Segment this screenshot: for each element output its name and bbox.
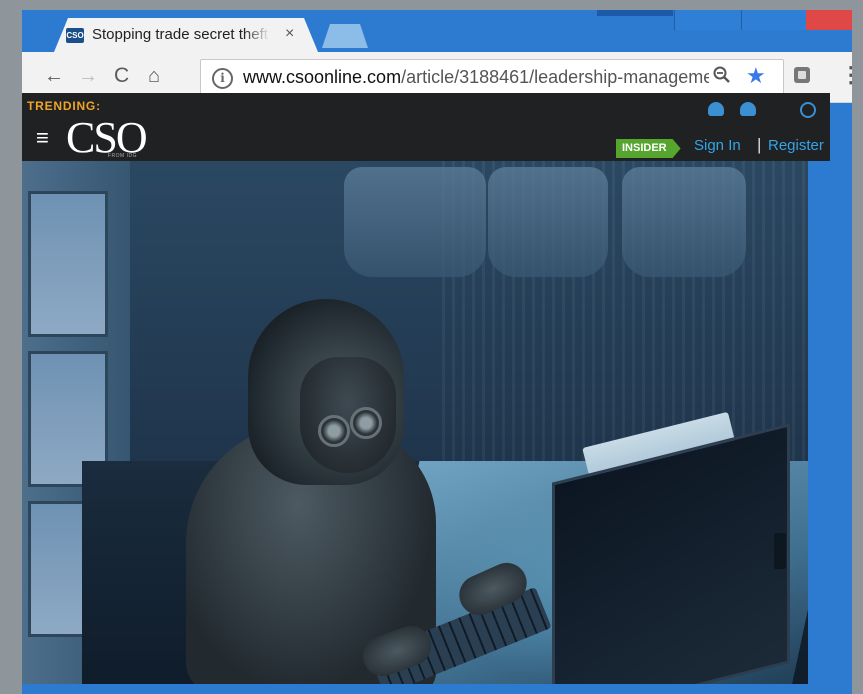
back-button[interactable]: ←: [44, 64, 64, 88]
tab-active[interactable]: CSO Stopping trade secret theft ×: [54, 18, 318, 52]
hero-goggle: [318, 415, 350, 447]
maximize-button[interactable]: [741, 10, 806, 30]
hero-chair: [488, 167, 608, 277]
bookmark-star-icon[interactable]: ★: [746, 63, 766, 89]
new-tab-button[interactable]: [322, 24, 368, 48]
extension-icon[interactable]: [794, 67, 810, 83]
hero-usb: [774, 533, 786, 569]
hero-chair: [622, 167, 746, 277]
logo-subtext: FROM IDG: [108, 153, 137, 159]
address-bar[interactable]: i www.csoonline.com/article/3188461/lead…: [200, 59, 784, 97]
url-host: www.csoonline.com: [243, 67, 402, 87]
site-header: TRENDING: ≡ CSO FROM IDG INSIDER Sign In…: [22, 93, 830, 161]
hero-goggle: [350, 407, 382, 439]
tab-title-fade: [244, 24, 270, 46]
menu-icon[interactable]: ⋮: [840, 62, 852, 88]
url-path: /article/3188461/leadership-management/: [401, 67, 709, 87]
favicon-icon: CSO: [66, 28, 84, 43]
close-window-button[interactable]: [806, 10, 852, 30]
zoom-icon[interactable]: [713, 66, 731, 90]
insider-badge[interactable]: INSIDER: [616, 139, 681, 158]
hero-image: [22, 161, 808, 684]
home-button[interactable]: ⌂: [148, 64, 160, 88]
trending-label: TRENDING:: [27, 99, 101, 113]
url-text[interactable]: www.csoonline.com/article/3188461/leader…: [243, 67, 709, 88]
hamburger-menu-icon[interactable]: ≡: [36, 127, 49, 149]
reload-button[interactable]: C: [114, 64, 129, 88]
hero-hacker-mask: [300, 357, 396, 473]
sign-in-link[interactable]: Sign In: [694, 137, 741, 154]
social-icon-2[interactable]: [740, 102, 756, 116]
forward-button[interactable]: →: [78, 64, 98, 88]
header-separator: |: [757, 135, 762, 154]
social-icon-1[interactable]: [708, 102, 724, 116]
register-link[interactable]: Register: [768, 137, 824, 154]
minimize-button[interactable]: [674, 10, 741, 30]
info-icon[interactable]: i: [212, 68, 233, 89]
social-icon-3[interactable]: [800, 102, 816, 118]
tab-close-icon[interactable]: ×: [285, 25, 294, 43]
hero-chair: [344, 167, 486, 277]
hero-window-pane: [28, 191, 108, 337]
tab-title: Stopping trade secret theft: [92, 26, 268, 43]
titlebar-strip: [597, 10, 673, 16]
